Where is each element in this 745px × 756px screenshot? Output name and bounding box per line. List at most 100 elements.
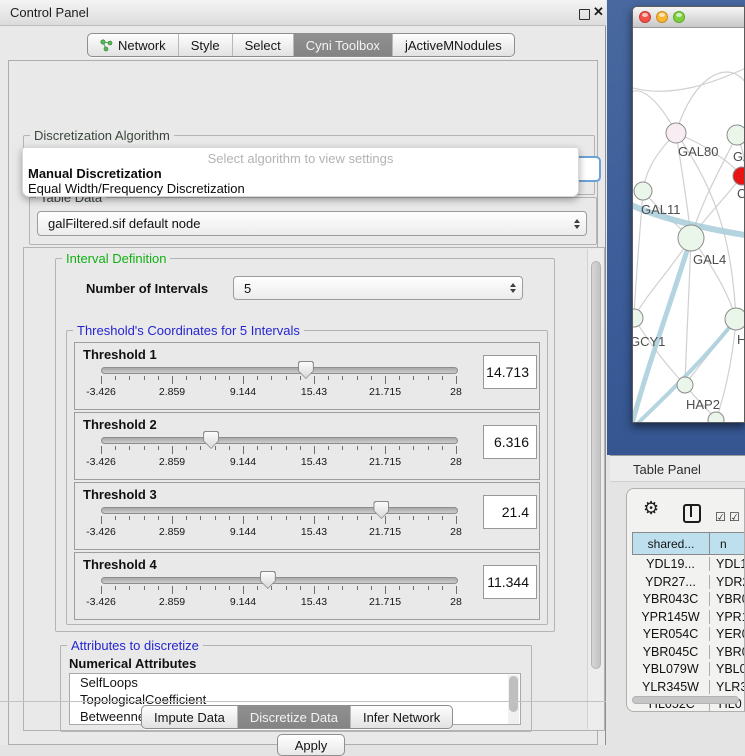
dropdown-option-equal-width[interactable]: Equal Width/Frequency Discretization	[28, 181, 245, 196]
apply-button[interactable]: Apply	[277, 734, 345, 756]
attribute-item[interactable]: SelfLoops	[70, 674, 520, 691]
tab-network[interactable]: Network	[88, 34, 178, 56]
panel-title: Control Panel	[10, 5, 89, 20]
mac-minimize-icon[interactable]	[656, 11, 668, 23]
threshold-1-value-field[interactable]: 14.713	[483, 355, 537, 389]
network-node[interactable]	[678, 225, 704, 251]
network-node[interactable]	[727, 125, 745, 145]
group-title: Discretization Algorithm	[30, 128, 174, 143]
tab-infer-network[interactable]: Infer Network	[350, 706, 452, 728]
node-label: GAL80	[678, 144, 718, 159]
spinner-arrows-icon[interactable]	[510, 283, 516, 293]
cell-name[interactable]: YBR0	[716, 645, 745, 659]
cell-shared-name[interactable]: YER054C	[632, 627, 710, 641]
slider-ticks	[75, 376, 539, 385]
cell-shared-name[interactable]: YDL19...	[632, 557, 710, 571]
combo-spinner-icon[interactable]	[574, 219, 580, 229]
cell-shared-name[interactable]: YBR045C	[632, 645, 710, 659]
tab-impute-data[interactable]: Impute Data	[142, 706, 237, 728]
column-header-shared-name[interactable]: shared...	[632, 532, 710, 555]
cell-name[interactable]: YDL1	[716, 557, 745, 571]
checkbox-icon[interactable]: ☑	[729, 510, 740, 524]
slider-tick-labels: -3.4262.8599.14415.4321.71528	[75, 456, 539, 468]
network-view-window[interactable]: GAL80GACGAL11GAL4GCY1HHAP2	[632, 6, 745, 423]
network-node[interactable]	[708, 412, 724, 423]
table-row[interactable]: YDR27... YDR2	[632, 575, 745, 593]
table-row[interactable]: YBL079W YBL0	[632, 662, 745, 680]
node-label: GAL11	[641, 202, 681, 217]
table-data-combobox[interactable]: galFiltered.sif default node	[37, 211, 587, 236]
cell-shared-name[interactable]: YBR043C	[632, 592, 710, 606]
checkbox-icon[interactable]: ☑	[715, 510, 726, 524]
control-panel-tabs: Network Style Select Cyni Toolbox jActiv…	[87, 33, 515, 57]
number-of-intervals-label: Number of Intervals	[86, 281, 208, 296]
network-node[interactable]	[733, 167, 745, 185]
attributes-scrollbar-thumb[interactable]	[509, 676, 518, 712]
network-edge[interactable]	[634, 238, 691, 318]
tab-cyni-toolbox[interactable]: Cyni Toolbox	[293, 34, 392, 56]
cell-name[interactable]: YPR1	[716, 610, 745, 624]
right-region: GAL80GACGAL11GAL4GCY1HHAP2 Table Panel ⚙…	[607, 0, 745, 745]
threshold-slider-track[interactable]	[101, 437, 458, 444]
number-of-intervals-value: 5	[244, 281, 251, 296]
horizontal-scrollbar-thumb[interactable]	[632, 696, 739, 704]
attributes-scrollbar[interactable]	[508, 675, 519, 724]
network-node[interactable]	[677, 377, 693, 393]
cell-name[interactable]: YBL0	[716, 662, 745, 676]
tab-discretize-data[interactable]: Discretize Data	[237, 706, 350, 728]
mac-close-icon[interactable]	[639, 11, 651, 23]
network-node[interactable]	[725, 308, 745, 330]
table-row[interactable]: YBR045C YBR0	[632, 645, 745, 663]
mac-zoom-icon[interactable]	[673, 11, 685, 23]
threshold-4-value-field[interactable]: 11.344	[483, 565, 537, 599]
table-row[interactable]: YPR145W YPR1	[632, 610, 745, 628]
slider-tick-labels: -3.4262.8599.14415.4321.71528	[75, 386, 539, 398]
control-panel-titlebar: Control Panel ✕	[0, 0, 606, 26]
threshold-slider-track[interactable]	[101, 367, 458, 374]
network-edge[interactable]	[676, 72, 745, 133]
algorithm-dropdown-popup: Select algorithm to view settings Manual…	[22, 147, 579, 197]
cell-shared-name[interactable]: YLR345W	[632, 680, 710, 694]
threshold-label: Threshold 2	[83, 417, 157, 432]
numerical-attributes-label: Numerical Attributes	[69, 656, 196, 671]
network-icon	[100, 39, 113, 52]
gear-icon[interactable]: ⚙	[643, 499, 659, 517]
cell-name[interactable]: YBR0	[716, 592, 745, 606]
cell-shared-name[interactable]: YDR27...	[632, 575, 710, 589]
number-of-intervals-spinner[interactable]: 5	[233, 276, 523, 300]
dropdown-option-manual[interactable]: Manual Discretization	[28, 166, 162, 181]
table-panel: ⚙ ☑ ☑ shared... n YDL19...YDL1YDR27...YD…	[626, 488, 745, 712]
network-edge[interactable]	[691, 238, 736, 319]
network-node[interactable]	[666, 123, 686, 143]
threshold-2-value-field[interactable]: 6.316	[483, 425, 537, 459]
table-row[interactable]: YBR043C YBR0	[632, 592, 745, 610]
split-columns-icon[interactable]	[683, 504, 701, 523]
tab-style[interactable]: Style	[178, 34, 232, 56]
threshold-3-value-field[interactable]: 21.4	[483, 495, 537, 529]
cell-name[interactable]: YER0	[716, 627, 745, 641]
tab-select[interactable]: Select	[232, 34, 293, 56]
table-row[interactable]: YER054C YER0	[632, 627, 745, 645]
network-canvas[interactable]: GAL80GACGAL11GAL4GCY1HHAP2	[633, 28, 745, 423]
threshold-slider-track[interactable]	[101, 507, 458, 514]
threshold-2-panel: Threshold 2 -3.4262.8599.14415.4321.71528…	[74, 412, 540, 480]
network-node[interactable]	[634, 182, 652, 200]
cell-name[interactable]: YLR3	[716, 680, 745, 694]
cell-shared-name[interactable]: YBL079W	[632, 662, 710, 676]
float-window-icon[interactable]	[579, 9, 590, 20]
vertical-scrollbar-thumb[interactable]	[591, 261, 601, 669]
tab-jactivemnodules[interactable]: jActiveMNodules	[392, 34, 514, 56]
close-icon[interactable]: ✕	[593, 4, 604, 20]
table-row[interactable]: YDL19... YDL1	[632, 557, 745, 575]
cell-name[interactable]: YDR2	[716, 575, 745, 589]
column-header-name[interactable]: n	[709, 532, 745, 555]
threshold-3-panel: Threshold 3-3.4262.8599.14415.4321.71528…	[74, 482, 540, 550]
network-node[interactable]	[633, 309, 643, 327]
slider-ticks	[75, 516, 539, 525]
threshold-slider-track[interactable]	[101, 577, 458, 584]
group-title: Attributes to discretize	[67, 638, 203, 653]
cell-shared-name[interactable]: YPR145W	[632, 610, 710, 624]
horizontal-scrollbar[interactable]	[631, 695, 743, 705]
vertical-scrollbar[interactable]	[587, 249, 603, 729]
network-window-titlebar[interactable]	[633, 7, 745, 28]
